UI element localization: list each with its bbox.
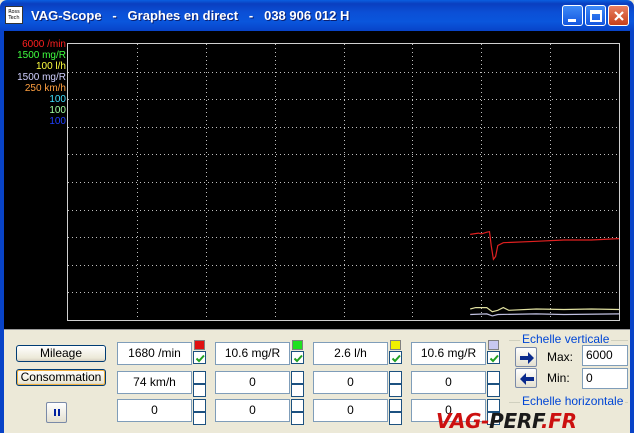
pause-button[interactable] [46,402,67,423]
minimize-icon [568,19,576,22]
channel-8-checkbox-b[interactable] [487,384,500,397]
series-line-3 [470,313,620,317]
legend-item: 100 l/h [35,61,66,72]
channel-6-checkbox-a[interactable] [291,371,304,384]
legend-item: 1500 mg/R [17,72,66,83]
horizontal-scale-title: Echelle horizontale [520,394,626,408]
watermark-logo: VAG-PERF.FR [436,409,577,433]
graph-legend: 6000 /min 1500 mg/R 100 l/h 1500 mg/R 250 km… [4,39,66,127]
channel-10-value: 0 [215,399,290,422]
channel-2-color-swatch[interactable] [292,340,303,350]
window-frame-right [630,31,634,433]
arrow-left-icon [520,373,534,385]
window-title: VAG-Scope - Graphes en direct - 038 906 … [31,8,350,23]
series-line-2 [470,306,620,313]
minimize-button[interactable] [562,5,583,26]
channel-9-value: 0 [117,399,192,422]
scale-right-button[interactable] [515,347,537,367]
channel-9-checkbox-a[interactable] [193,399,206,412]
scale-max-input[interactable]: 6000 [582,345,628,366]
legend-item: 100 [49,116,66,127]
title-bar[interactable]: Ross Tech VAG-Scope - Graphes en direct … [0,0,634,31]
app-icon: Ross Tech [5,6,23,24]
legend-item: 250 km/h [24,83,66,94]
close-button[interactable] [608,5,629,26]
channel-7-checkbox-b[interactable] [389,384,402,397]
scale-min-input[interactable]: 0 [582,368,628,389]
channel-6-checkbox-b[interactable] [291,384,304,397]
channel-8-checkbox-a[interactable] [487,371,500,384]
check-icon [195,354,205,363]
channel-4-color-swatch[interactable] [488,340,499,350]
channel-4-value: 10.6 mg/R [411,342,486,365]
vertical-scale-title: Echelle verticale [520,332,612,346]
channel-1-value: 1680 /min [117,342,192,365]
legend-item: 6000 /min [22,39,66,50]
close-icon [614,11,624,21]
channel-2-checkbox[interactable] [291,351,304,364]
legend-item: 1500 mg/R [17,50,66,61]
max-label: Max: [547,350,574,364]
legend-item: 100 [49,94,66,105]
graph-area: 6000 /min 1500 mg/R 100 l/h 1500 mg/R 250 km… [4,31,630,329]
channel-11-value: 0 [313,399,388,422]
channel-1-color-swatch[interactable] [194,340,205,350]
channel-3-value: 2.6 l/h [313,342,388,365]
check-icon [293,354,303,363]
channel-5-checkbox-b[interactable] [193,384,206,397]
channel-9-checkbox-b[interactable] [193,412,206,425]
maximize-button[interactable] [585,5,606,26]
channel-1-checkbox[interactable] [193,351,206,364]
arrow-right-icon [520,352,534,364]
min-label: Min: [547,371,570,385]
channel-5-value: 74 km/h [117,371,192,394]
channel-7-checkbox-a[interactable] [389,371,402,384]
channel-11-checkbox-b[interactable] [389,412,402,425]
channel-3-color-swatch[interactable] [390,340,401,350]
channel-4-checkbox[interactable] [487,351,500,364]
scale-left-button[interactable] [515,368,537,388]
pause-icon [54,409,56,416]
chart-svg [68,44,620,320]
channel-2-value: 10.6 mg/R [215,342,290,365]
channel-3-checkbox[interactable] [389,351,402,364]
channel-5-checkbox-a[interactable] [193,371,206,384]
mileage-button[interactable]: Mileage [16,345,106,362]
check-icon [489,354,499,363]
channel-6-value: 0 [215,371,290,394]
channel-10-checkbox-a[interactable] [291,399,304,412]
channel-8-value: 0 [411,371,486,394]
consumption-button[interactable]: Consommation [16,369,106,386]
legend-item: 100 [49,105,66,116]
channel-11-checkbox-a[interactable] [389,399,402,412]
plot-area [67,43,620,321]
check-icon [391,354,401,363]
maximize-icon [590,10,602,22]
channel-7-value: 0 [313,371,388,394]
channel-10-checkbox-b[interactable] [291,412,304,425]
series-line-1 [470,230,620,261]
